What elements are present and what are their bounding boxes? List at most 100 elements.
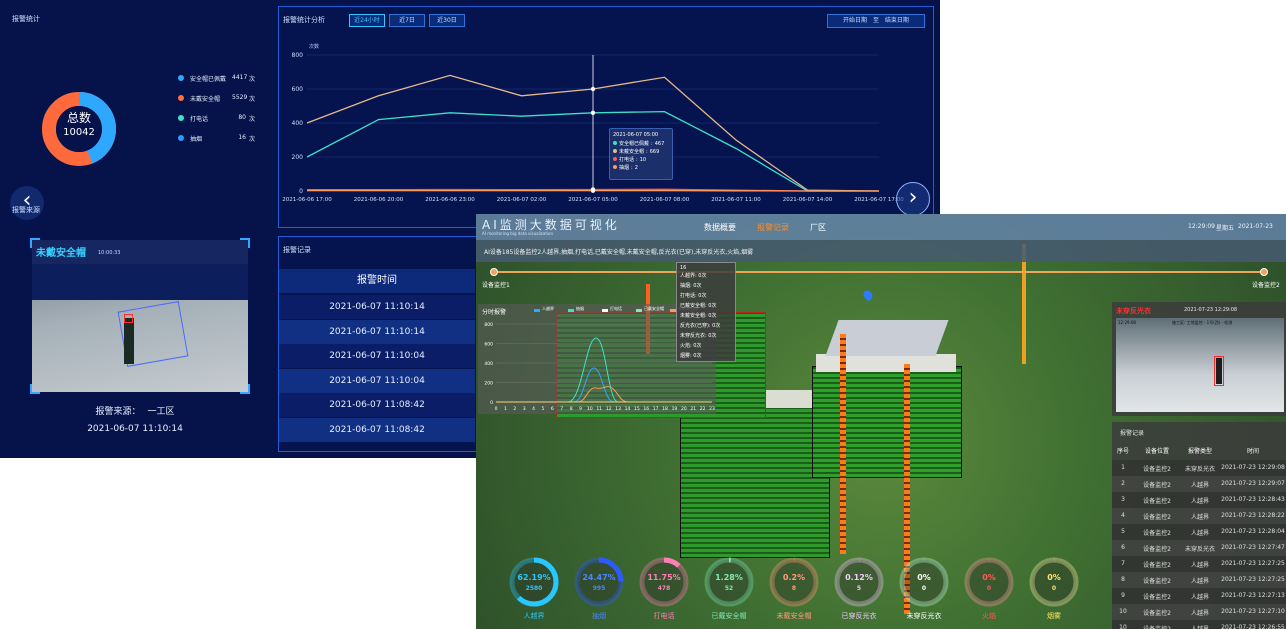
mini-x-tick: 3 (523, 406, 526, 412)
gauge-4[interactable]: 0.2% 8 未戴安全帽 (764, 554, 824, 624)
records2-row[interactable]: 9 设备监控2 人越界 2021-07-23 12:27:13 (1112, 588, 1286, 604)
legend-dot (178, 135, 184, 141)
header-tab-2[interactable]: 厂区 (810, 222, 826, 233)
x-tick-label: 2021-06-06 20:00 (354, 197, 404, 203)
source-label: 报警来源： (95, 407, 141, 417)
records2-row[interactable]: 6 设备监控2 未穿反光衣 2021-07-23 12:27:47 (1112, 540, 1286, 556)
records2-row[interactable]: 10 设备监控2人越界2021-07-23 12:26:55 (1112, 620, 1286, 629)
range-tab-1[interactable]: 近7日 (389, 14, 425, 27)
alert-cam-time: 12:29:08 (1118, 320, 1136, 325)
records2-cell: 7 (1121, 560, 1125, 567)
gauge-5[interactable]: 0.12% 5 已穿反光衣 (829, 554, 889, 624)
records-row[interactable]: 2021-06-07 11:10:14 (279, 319, 475, 344)
device-slider-track[interactable] (494, 271, 1266, 273)
alert-time: 2021-07-23 12:29:08 (1184, 307, 1238, 313)
header-tab-0[interactable]: 数据概要 (704, 222, 736, 233)
gauge-0[interactable]: 62.19% 2580 人越界 (504, 554, 564, 624)
gauge-percent: 0% (917, 573, 931, 582)
range-tab-0[interactable]: 近24小时 (349, 14, 385, 27)
records2-row[interactable]: 5 设备监控2 人越界 2021-07-23 12:28:04 (1112, 524, 1286, 540)
tooltip-sep: : (651, 141, 653, 147)
range-tab-2[interactable]: 近30日 (429, 14, 465, 27)
next-slide-button[interactable]: › (896, 182, 930, 216)
mini-x-tick: 1 (504, 406, 507, 412)
snapshot-corner-bl (30, 384, 40, 394)
gauge-track (1029, 557, 1079, 607)
y-tick-label: 0 (299, 188, 303, 195)
hover-tooltip-row: 已戴安全帽: 0次 (680, 303, 717, 309)
mini-legend-swatch (636, 309, 642, 312)
records2-cell: 设备监控2 (1143, 546, 1171, 553)
x-tick-label: 2021-06-06 23:00 (425, 197, 475, 203)
records2-row[interactable]: 4 设备监控2 人越界 2021-07-23 12:28:22 (1112, 508, 1286, 524)
mini-x-tick: 11 (596, 406, 602, 412)
legend-item-unit: 次 (249, 136, 256, 143)
gauge-percent: 11.75% (647, 573, 681, 582)
date-range-picker[interactable]: 开始日期 至 结束日期 (827, 14, 925, 28)
records2-cell: 4 (1121, 512, 1125, 519)
date-start-field[interactable]: 开始日期 (843, 17, 867, 24)
records2-cell: 2021-07-23 12:27:25 (1221, 576, 1285, 583)
records2-cell: 2021-07-23 12:29:08 (1221, 464, 1285, 471)
alert-snapshot: 12:29:08 施工区: 工地监控 - 1号(西) - 检测 (1116, 318, 1284, 412)
mini-x-tick: 8 (570, 406, 573, 412)
records2-cell: 10 (1119, 608, 1127, 615)
alarm-source-title: 报警来源 (12, 206, 40, 214)
gauge-6[interactable]: 0% 0 未穿反光衣 (894, 554, 954, 624)
tooltip-sep: : (631, 165, 633, 171)
mini-series-line (496, 367, 712, 403)
device-slider-handle-left[interactable] (490, 268, 498, 276)
gauge-percent: 0.12% (845, 573, 873, 582)
mini-legend-label: 已戴安全帽 (644, 306, 664, 311)
records2-cell: 1 (1121, 464, 1125, 471)
tooltip-label: 抽烟 (619, 165, 630, 171)
records-row[interactable]: 2021-06-07 11:10:04 (279, 368, 475, 393)
building-a (680, 400, 830, 558)
records-row[interactable]: 2021-06-07 11:10:04 (279, 344, 475, 368)
records2-row[interactable]: 8 设备监控2 人越界 2021-07-23 12:27:25 (1112, 572, 1286, 588)
gauge-count: 2580 (525, 585, 543, 592)
header-tab-1[interactable]: 报警记录 (757, 222, 789, 233)
alarm-source-time: 2021-06-07 11:10:14 (87, 424, 183, 434)
gauge-track (769, 557, 819, 607)
hourly-chart-title: 分时报警 (482, 309, 507, 316)
records-body: 2021-06-07 11:10:14 2021-06-07 11:10:14 20… (279, 295, 475, 451)
legend-item-label: 打电话 (190, 116, 209, 123)
gauge-ring (704, 557, 754, 607)
gauge-8[interactable]: 0% 0 烟雾 (1024, 554, 1084, 624)
records2-cell: 设备监控2 (1143, 466, 1171, 473)
building-b-roof (816, 354, 956, 372)
mini-x-tick: 12 (606, 406, 612, 412)
gauge-2[interactable]: 11.75% 478 打电话 (634, 554, 694, 624)
records-row[interactable]: 2021-06-07 11:10:14 (279, 295, 475, 319)
date-end-field[interactable]: 结束日期 (885, 17, 909, 24)
gauge-1[interactable]: 24.47% 995 抽烟 (569, 554, 629, 624)
device-slider-handle-right[interactable] (1260, 268, 1268, 276)
gauge-count: 0 (986, 585, 992, 592)
records2-row[interactable]: 2 设备监控2 人越界 2021-07-23 12:29:07 (1112, 476, 1286, 492)
hover-tooltip-row: 烟雾: 0次 (680, 353, 702, 359)
legend-item-label: 抽烟 (190, 136, 203, 143)
header-date: 2021-07-23 (1238, 223, 1273, 230)
alert-cam-label: 施工区: 工地监控 - 1号(西) - 检测 (1172, 320, 1233, 325)
records-row[interactable]: 2021-06-07 11:08:42 (279, 417, 475, 442)
hover-tooltip-row: 未戴安全帽: 0次 (680, 313, 717, 319)
hover-tooltip: 16 人越界: 0次 抽烟: 0次 打电话: 0次 已戴安全帽: 0次 未戴安全帽: 0… (676, 262, 736, 362)
crane-3 (1022, 244, 1026, 364)
legend-item-value: 4417 (232, 74, 248, 81)
legend-item-unit: 次 (249, 76, 256, 83)
records2-row[interactable]: 1 设备监控2 未穿反光衣 2021-07-23 12:29:08 (1112, 460, 1286, 476)
tooltip-value: 2 (634, 165, 638, 171)
records-row[interactable]: 2021-06-07 11:08:42 (279, 393, 475, 417)
donut-center-value: 10042 (63, 127, 95, 138)
mini-legend-label: 人越界 (542, 306, 554, 311)
records2-col-header: 报警类型 (1187, 448, 1212, 455)
gauge-3[interactable]: 1.28% 52 已戴安全帽 (699, 554, 759, 624)
gauge-percent: 0% (982, 573, 996, 582)
gauge-percent: 1.28% (715, 573, 743, 582)
alarm-snapshot: 未戴安全帽 10:00:33 (32, 240, 248, 392)
records2-row[interactable]: 3 设备监控2 人越界 2021-07-23 12:28:43 (1112, 492, 1286, 508)
records2-row[interactable]: 7 设备监控2 人越界 2021-07-23 12:27:25 (1112, 556, 1286, 572)
gauge-7[interactable]: 0% 0 火焰 (959, 554, 1019, 624)
records2-row[interactable]: 10 设备监控2 人越界 2021-07-23 12:27:10 (1112, 604, 1286, 620)
